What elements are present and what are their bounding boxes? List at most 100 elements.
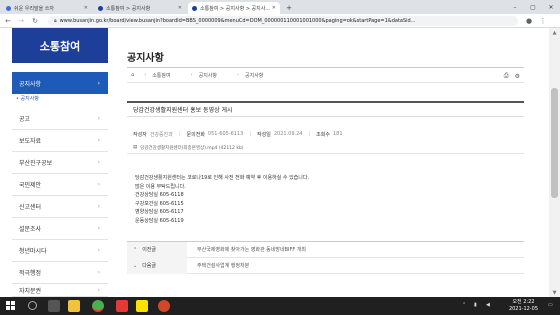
sidebar-item-label: 부산진구공보 — [19, 160, 53, 167]
close-tab-icon[interactable]: ✕ — [272, 5, 276, 11]
breadcrumb: ⌂ › 소통참여 › 공지사항 › 공지사항 ⎙ ⚙ — [127, 67, 524, 83]
browser-tab[interactable]: 쉬운 우리말을 쓰자 ✕ — [2, 2, 92, 14]
prev-next-nav: ⌃ 이전글 부산국제영화제 찾아가는 영화관 동네방네BIFF 개최 ⌄ 다음글… — [127, 241, 524, 274]
sidebar-title: 소통참여 — [12, 28, 108, 63]
scroll-down-icon[interactable]: ▼ — [549, 288, 560, 297]
utility-icons: ⎙ ⚙ — [504, 68, 520, 84]
maximize-button[interactable]: ▢ — [524, 0, 542, 14]
attachment-row: ▤ 당감건강생활지원센터(최종본영상).mp4 (42112 kb) — [127, 142, 524, 154]
forward-arrow-icon[interactable]: → — [16, 16, 26, 26]
windows-start-icon[interactable] — [6, 301, 16, 311]
tab-label: 소통참여 > 공지사항 > 공지사... — [200, 5, 271, 12]
date-value: 2021.09.24 — [273, 131, 303, 137]
breadcrumb-item[interactable]: 소통참여 — [152, 72, 170, 79]
next-label-text: 다음글 — [142, 263, 157, 269]
menu-icon[interactable]: ⋮ — [538, 16, 548, 26]
lock-icon: 🔒︎ — [54, 18, 57, 24]
body-line: 건강상담실 605-6118 — [135, 192, 184, 198]
profile-icon[interactable]: ● — [524, 16, 534, 26]
notification-icon[interactable]: ▭ — [548, 302, 553, 308]
chevron-right-icon: › — [97, 286, 100, 294]
sidebar-item-decentralization[interactable]: 자치분권 › — [12, 284, 108, 297]
phone-value: 051-605-6113 — [207, 131, 244, 137]
sidebar-item-notice[interactable]: 공지사항 › — [12, 72, 108, 94]
sidebar-item-label: 신고센터 — [19, 204, 42, 211]
breadcrumb-item[interactable]: 공지사항 — [245, 72, 263, 79]
sidebar-item-proposal[interactable]: 국민제안 › — [12, 174, 108, 196]
body-line: 영양상담실 605-6117 — [135, 209, 184, 215]
home-icon[interactable]: ⌂ — [131, 72, 134, 78]
task-view-icon[interactable] — [48, 300, 60, 312]
post-meta: 작성자 건강증진과 | 문의전화 051-605-6113 | 작성일 2021… — [127, 127, 524, 141]
body-line: 당감건강생활지원센터는 코로나19로 인해 사전 전화 예약 후 이용하실 수 … — [135, 175, 310, 181]
sidebar-item-report-center[interactable]: 신고센터 › — [12, 196, 108, 218]
sidebar-item-active-admin[interactable]: 적극행정 › — [12, 262, 108, 284]
url-input[interactable]: 🔒︎ www.busanjin.go.kr/board/view.busanji… — [48, 16, 518, 26]
clock-time: 오전 2:22 — [512, 299, 535, 305]
chevron-right-icon: › — [97, 247, 100, 254]
search-icon[interactable] — [28, 301, 37, 310]
author-label: 작성자 — [133, 131, 147, 138]
sidebar-item-label: 보도자료 — [19, 138, 42, 145]
sidebar-item-label: 공고 — [19, 116, 31, 123]
tab-label: 쉬운 우리말을 쓰자 — [14, 5, 54, 12]
volume-icon[interactable]: ◀ — [486, 302, 490, 308]
next-post-link[interactable]: 주택건설사업계 행정처분 — [187, 262, 249, 269]
main-content: 공지사항 ⌂ › 소통참여 › 공지사항 › 공지사항 ⎙ ⚙ 당감건강생활지원… — [118, 28, 524, 297]
sidebar-item-press[interactable]: 보도자료 › — [12, 130, 108, 152]
close-window-button[interactable]: ✕ — [542, 0, 560, 14]
clock[interactable]: 오전 2:22 2021-12-05 — [509, 299, 538, 313]
kakaotalk-icon[interactable] — [136, 300, 148, 312]
prev-label-text: 이전글 — [142, 247, 157, 253]
close-tab-icon[interactable]: ✕ — [84, 5, 88, 11]
prev-post-label: ⌃ 이전글 — [127, 241, 187, 258]
favicon-icon — [98, 5, 103, 11]
scroll-thumb[interactable] — [551, 88, 558, 198]
sidebar: 소통참여 공지사항 › • 공지사항 공고 › 보도자료 › 부산진구공보 › 국민제안… — [0, 28, 110, 297]
sidebar-item-youth[interactable]: 청년마시다 › — [12, 240, 108, 262]
next-post-row[interactable]: ⌄ 다음글 주택건설사업계 행정처분 — [127, 257, 524, 274]
reload-icon[interactable]: ↻ — [30, 16, 40, 26]
network-icon[interactable]: ▮ — [474, 302, 477, 308]
chevron-up-icon: ⌃ — [133, 246, 138, 253]
tab-label: 소통참여 > 공지사항 — [106, 5, 151, 12]
minimize-button[interactable]: – — [506, 0, 524, 14]
page-scrollbar[interactable]: ▲ ▼ — [549, 28, 560, 297]
date-label: 작성일 — [257, 131, 271, 138]
chevron-right-icon: › — [97, 115, 100, 122]
sidebar-subitem-notice[interactable]: • 공지사항 — [16, 95, 39, 102]
sidebar-item-label: 국민제안 — [19, 182, 42, 189]
file-explorer-icon[interactable] — [68, 300, 80, 312]
powerpoint-icon[interactable] — [158, 300, 170, 312]
meta-divider: | — [178, 131, 181, 137]
tray-arrow-icon[interactable]: ⌃ — [462, 302, 466, 308]
browser-tab[interactable]: 소통참여 > 공지사항 ✕ — [94, 2, 186, 14]
body-line: 많은 이용 부탁드립니다. — [135, 183, 186, 190]
prev-post-link[interactable]: 부산국제영화제 찾아가는 영화관 동네방네BIFF 개최 — [187, 246, 306, 253]
close-tab-icon[interactable]: ✕ — [178, 5, 182, 11]
views-label: 조회수 — [316, 131, 330, 138]
browser-tab-active[interactable]: 소통참여 > 공지사항 > 공지사... ✕ — [188, 2, 280, 14]
print-icon[interactable]: ⎙ — [504, 72, 509, 80]
page-title: 공지사항 — [127, 53, 164, 64]
scroll-up-icon[interactable]: ▲ — [549, 28, 560, 37]
post-title: 당감건강생활지원센터 홍보 동영상 게시 — [127, 101, 524, 117]
sidebar-item-announcement[interactable]: 공고 › — [12, 108, 108, 130]
attachment-link[interactable]: 당감건강생활지원센터(최종본영상).mp4 (42112 kb) — [140, 145, 243, 151]
url-text: www.busanjin.go.kr/board/view.busanjin?b… — [59, 18, 416, 24]
back-arrow-icon[interactable]: ← — [3, 16, 13, 26]
prev-post-row[interactable]: ⌃ 이전글 부산국제영화제 찾아가는 영화관 동네방네BIFF 개최 — [127, 241, 524, 258]
chevron-right-icon: › — [97, 79, 100, 87]
next-post-label: ⌄ 다음글 — [127, 257, 187, 274]
sidebar-item-survey[interactable]: 설문조사 › — [12, 218, 108, 240]
phone-label: 문의전화 — [186, 131, 205, 138]
new-tab-button[interactable]: + — [283, 2, 295, 14]
views-value: 181 — [332, 131, 343, 137]
breadcrumb-item[interactable]: 공지사항 — [199, 72, 217, 79]
post-body: 당감건강생활지원센터는 코로나19로 인해 사전 전화 예약 후 이용하실 수 … — [135, 174, 515, 225]
chrome-icon[interactable] — [92, 300, 104, 312]
share-icon[interactable]: ⚙ — [515, 73, 520, 80]
sidebar-item-gazette[interactable]: 부산진구공보 › — [12, 152, 108, 174]
app-icon[interactable] — [116, 300, 128, 312]
address-bar-row: ← → ↻ 🔒︎ www.busanjin.go.kr/board/view.b… — [0, 14, 560, 28]
